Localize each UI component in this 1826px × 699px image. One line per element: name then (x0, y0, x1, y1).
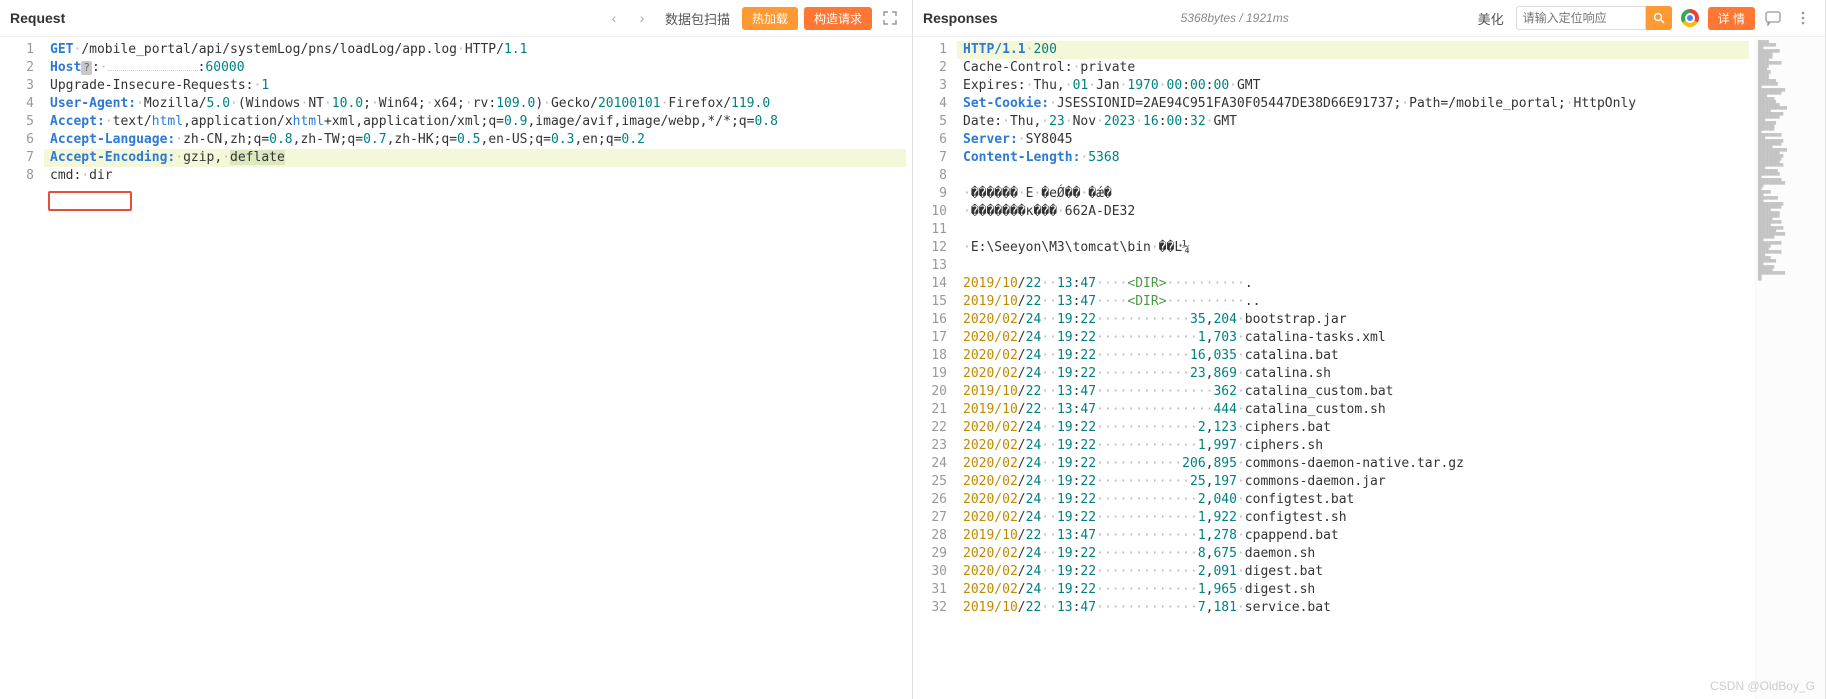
code-line[interactable]: 2019/10/22··13:47····<DIR>··········. (963, 275, 1749, 293)
code-line[interactable] (963, 221, 1749, 239)
expand-icon[interactable] (878, 6, 902, 30)
scan-button[interactable]: 数据包扫描 (659, 7, 736, 30)
code-line[interactable]: GET·/mobile_portal/api/systemLog/pns/loa… (50, 41, 906, 59)
code-line[interactable]: 2020/02/24··19:22·············2,091·dige… (963, 563, 1749, 581)
request-header: Request ‹ › 数据包扫描 热加载 构造请求 (0, 0, 912, 37)
code-line[interactable]: 2020/02/24··19:22·············1,965·dige… (963, 581, 1749, 599)
chrome-icon[interactable] (1678, 6, 1702, 30)
code-line[interactable] (963, 167, 1749, 185)
response-meta: 5368bytes / 1921ms (1181, 11, 1289, 25)
code-line[interactable]: Accept:·text/html,application/xhtml+xml,… (50, 113, 906, 131)
code-line[interactable]: 2020/02/24··19:22·············1,703·cata… (963, 329, 1749, 347)
request-editor[interactable]: 12345678 GET·/mobile_portal/api/systemLo… (0, 37, 912, 699)
code-line[interactable]: Accept-Language:·zh-CN,zh;q=0.8,zh-TW;q=… (50, 131, 906, 149)
code-line[interactable]: HTTP/1.1·200 (957, 41, 1749, 59)
request-panel: Request ‹ › 数据包扫描 热加载 构造请求 12345678 GET·… (0, 0, 913, 699)
response-gutter: 1234567891011121314151617181920212223242… (913, 37, 957, 699)
build-request-button[interactable]: 构造请求 (804, 7, 872, 30)
beautify-button[interactable]: 美化 (1472, 7, 1510, 30)
code-line[interactable]: Set-Cookie:·JSESSIONID=2AE94C951FA30F054… (963, 95, 1749, 113)
code-line[interactable]: cmd:·dir (50, 167, 906, 185)
code-line[interactable]: ·E:\Seeyon\M3\tomcat\bin·��Ŀ¼ (963, 239, 1749, 257)
prev-button[interactable]: ‹ (603, 7, 625, 29)
code-line[interactable]: Server:·SY8045 (963, 131, 1749, 149)
response-title: Responses (923, 10, 998, 26)
response-header: Responses 5368bytes / 1921ms 美化 详 情 (913, 0, 1825, 37)
chat-icon[interactable] (1761, 6, 1785, 30)
code-line[interactable]: 2019/10/22··13:47····<DIR>··········.. (963, 293, 1749, 311)
code-line[interactable]: 2020/02/24··19:22·············8,675·daem… (963, 545, 1749, 563)
response-panel: Responses 5368bytes / 1921ms 美化 详 情 1234… (913, 0, 1826, 699)
response-editor[interactable]: 1234567891011121314151617181920212223242… (913, 37, 1825, 699)
code-line[interactable]: 2020/02/24··19:22·············1,922·conf… (963, 509, 1749, 527)
code-line[interactable]: 2020/02/24··19:22············25,197·comm… (963, 473, 1749, 491)
next-button[interactable]: › (631, 7, 653, 29)
code-line[interactable]: 2020/02/24··19:22············16,035·cata… (963, 347, 1749, 365)
search-button[interactable] (1646, 6, 1672, 30)
request-code[interactable]: GET·/mobile_portal/api/systemLog/pns/loa… (44, 37, 912, 699)
code-line[interactable]: ·�������к���·662A-DE32 (963, 203, 1749, 221)
code-line[interactable]: 2020/02/24··19:22············23,869·cata… (963, 365, 1749, 383)
code-line[interactable]: Cache-Control:·private (963, 59, 1749, 77)
request-gutter: 12345678 (0, 37, 44, 699)
code-line[interactable]: 2020/02/24··19:22············35,204·boot… (963, 311, 1749, 329)
code-line[interactable]: User-Agent:·Mozilla/5.0·(Windows·NT·10.0… (50, 95, 906, 113)
minimap[interactable]: ████████████████████████████████████████… (1755, 37, 1825, 699)
code-line[interactable]: ·������·E·�eǾ��·�ǽ� (963, 185, 1749, 203)
code-line[interactable]: Expires:·Thu,·01·Jan·1970·00:00:00·GMT (963, 77, 1749, 95)
code-line[interactable]: 2019/10/22··13:47·············1,278·cpap… (963, 527, 1749, 545)
more-icon[interactable] (1791, 6, 1815, 30)
request-title: Request (10, 10, 65, 26)
code-line[interactable]: 2019/10/22··13:47·············7,181·serv… (963, 599, 1749, 617)
hot-reload-button[interactable]: 热加载 (742, 7, 798, 30)
code-line[interactable]: Upgrade-Insecure-Requests:·1 (50, 77, 906, 95)
search-input[interactable] (1516, 6, 1646, 30)
code-line[interactable]: Date:·Thu,·23·Nov·2023·16:00:32·GMT (963, 113, 1749, 131)
search-box (1516, 6, 1672, 30)
code-line[interactable]: 2020/02/24··19:22·············2,123·ciph… (963, 419, 1749, 437)
code-line[interactable]: 2020/02/24··19:22·············1,997·ciph… (963, 437, 1749, 455)
code-line[interactable] (963, 257, 1749, 275)
highlight-box (48, 191, 132, 211)
watermark: CSDN @OldBoy_G (1710, 679, 1815, 693)
response-code[interactable]: HTTP/1.1·200Cache-Control:·privateExpire… (957, 37, 1755, 699)
code-line[interactable]: 2019/10/22··13:47···············444·cata… (963, 401, 1749, 419)
code-line[interactable]: 2020/02/24··19:22·············2,040·conf… (963, 491, 1749, 509)
code-line[interactable]: 2020/02/24··19:22···········206,895·comm… (963, 455, 1749, 473)
code-line[interactable]: Accept-Encoding:·gzip,·deflate (44, 149, 906, 167)
code-line[interactable]: Host?:·:60000 (50, 59, 906, 77)
detail-button[interactable]: 详 情 (1708, 7, 1755, 30)
code-line[interactable]: Content-Length:·5368 (963, 149, 1749, 167)
code-line[interactable]: 2019/10/22··13:47···············362·cata… (963, 383, 1749, 401)
